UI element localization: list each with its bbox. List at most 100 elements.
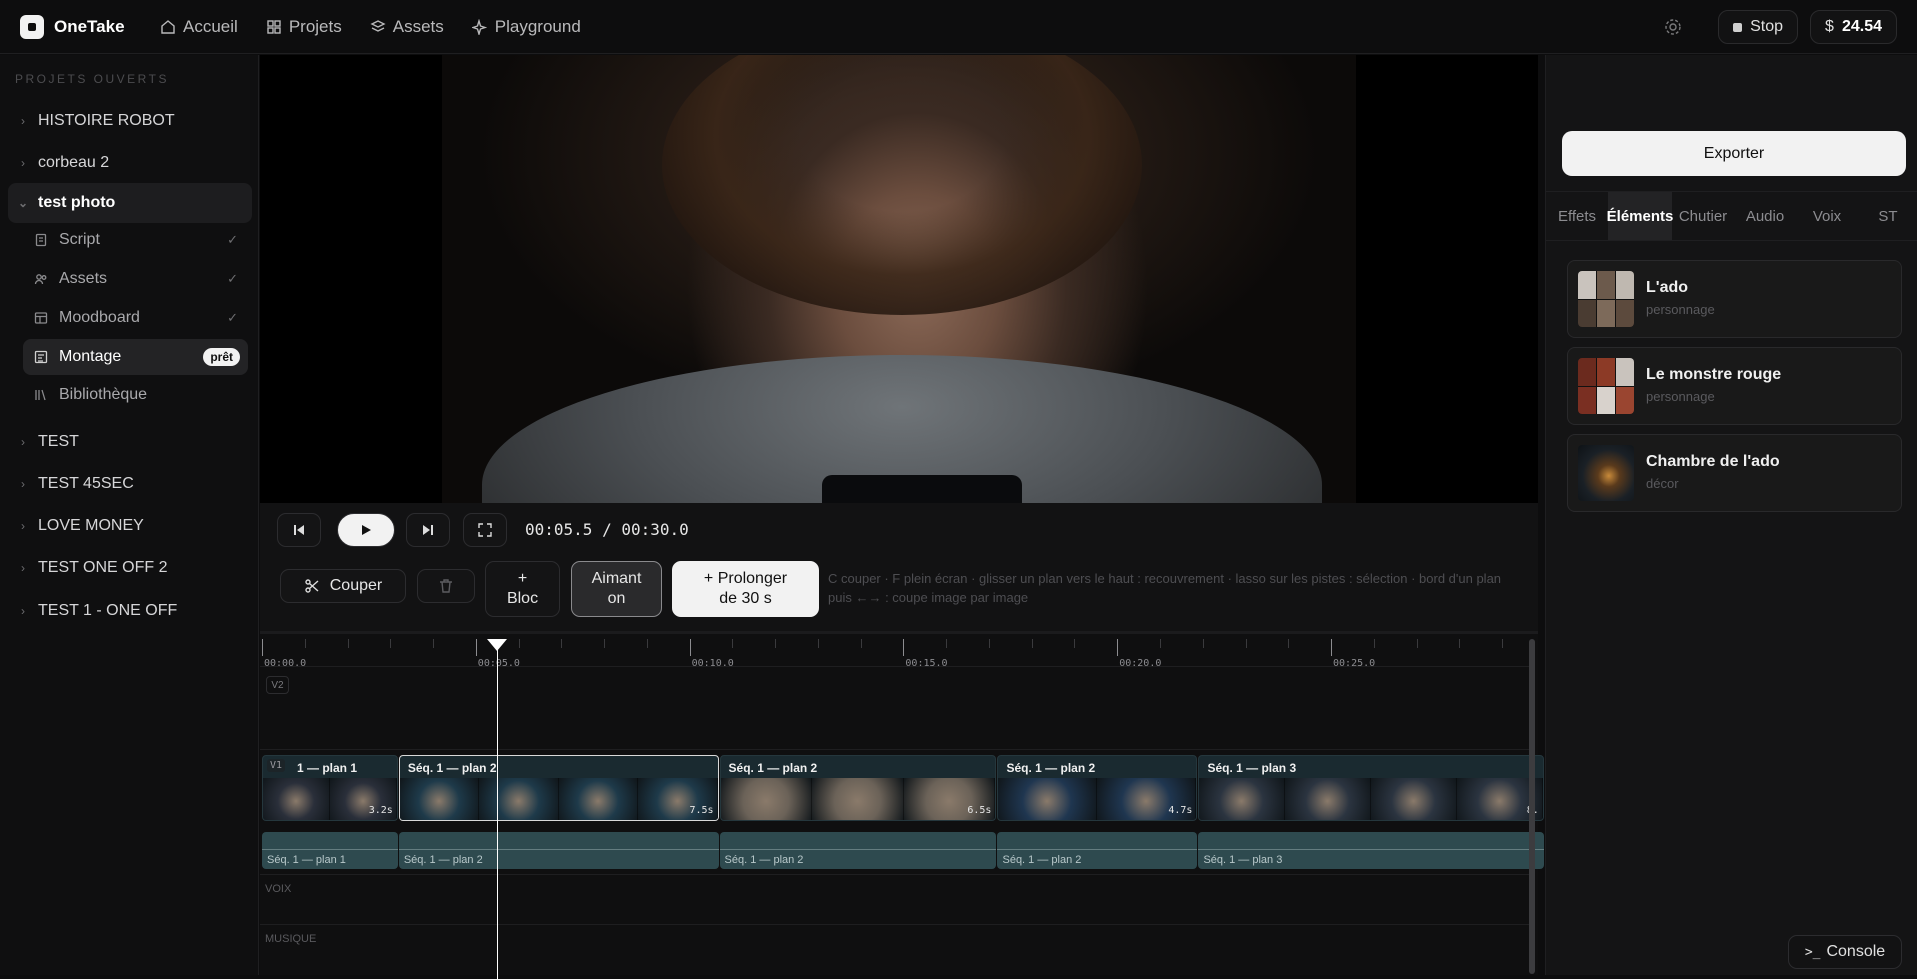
project-test[interactable]: › TEST xyxy=(8,423,252,461)
audio-clip-label: Séq. 1 — plan 2 xyxy=(724,854,804,866)
ruler-tick xyxy=(433,639,435,648)
timeline-clip[interactable]: Séq. 1 — plan 2 7.5s xyxy=(398,755,719,821)
ruler-tick xyxy=(860,639,862,648)
extend-button[interactable]: + Prolonger de 30 s xyxy=(672,561,819,617)
track-divider xyxy=(260,874,1530,875)
project-test-45sec[interactable]: › TEST 45SEC xyxy=(8,465,252,503)
add-block-button[interactable]: + Bloc xyxy=(485,561,560,617)
ruler-tick xyxy=(1459,639,1461,648)
ruler-tick xyxy=(561,639,563,648)
clip-thumbnail xyxy=(1199,778,1286,820)
console-label: Console xyxy=(1826,943,1886,960)
tab-effets[interactable]: Effets xyxy=(1546,192,1608,240)
audio-clip[interactable]: Séq. 1 — plan 3 xyxy=(1198,832,1544,869)
audio-clip[interactable]: Séq. 1 — plan 2 xyxy=(997,832,1198,869)
logo-icon xyxy=(20,14,44,39)
top-bar: OneTake Accueil Projets Assets Playgroun… xyxy=(0,0,1917,54)
element-thumbnail xyxy=(1578,271,1634,327)
nav-assets[interactable]: Assets xyxy=(370,17,444,37)
timeline-clip[interactable]: Séq. 1 — plan 38. xyxy=(1198,755,1544,821)
fullscreen-button[interactable] xyxy=(463,513,507,547)
cut-button[interactable]: Couper xyxy=(280,569,406,603)
ruler-tick xyxy=(475,639,477,656)
library-icon xyxy=(23,388,59,402)
sidebar-item-assets[interactable]: Assets ✓ xyxy=(23,261,248,297)
tab-st[interactable]: ST xyxy=(1858,192,1917,240)
check-icon: ✓ xyxy=(227,232,238,247)
audio-clip[interactable]: Séq. 1 — plan 2 xyxy=(398,832,719,869)
audio-clip[interactable]: Séq. 1 — plan 2 xyxy=(719,832,997,869)
ruler-label: 00:00.0 xyxy=(264,658,307,669)
project-love-money[interactable]: › LOVE MONEY xyxy=(8,507,252,545)
clip-thumbnail xyxy=(1371,778,1457,820)
playhead-handle-icon[interactable] xyxy=(487,639,508,651)
ruler-tick xyxy=(1202,639,1204,648)
app-logo[interactable]: OneTake xyxy=(20,14,160,39)
video-preview[interactable] xyxy=(260,55,1538,503)
audio-clip-label: Séq. 1 — plan 2 xyxy=(403,854,483,866)
tab-audio[interactable]: Audio xyxy=(1734,192,1796,240)
project-corbeau-2[interactable]: › corbeau 2 xyxy=(8,144,252,182)
sidebar-item-moodboard[interactable]: Moodboard ✓ xyxy=(23,300,248,336)
magnet-toggle[interactable]: Aimant on xyxy=(571,561,662,617)
project-label: corbeau 2 xyxy=(38,154,110,171)
nav-assets-label: Assets xyxy=(392,16,444,36)
console-button[interactable]: >_ Console xyxy=(1788,935,1902,969)
sidebar-item-script[interactable]: Script ✓ xyxy=(23,222,248,258)
settings-gear-icon[interactable] xyxy=(1656,10,1690,44)
nav-playground[interactable]: Playground xyxy=(471,17,581,37)
ruler-tick xyxy=(262,639,263,656)
sidebar-item-bibliotheque[interactable]: Bibliothèque xyxy=(23,377,248,413)
frame-hair xyxy=(662,55,1142,315)
timeline-scrollbar[interactable] xyxy=(1529,639,1535,974)
project-test-photo[interactable]: ⌄ test photo xyxy=(8,183,252,223)
element-card-chambre[interactable]: Chambre de l'ado décor xyxy=(1567,434,1902,512)
clip-thumbnail xyxy=(720,778,813,820)
track-label-musique: MUSIQUE xyxy=(265,933,317,945)
timeline-clip[interactable]: Séq. 1 — plan 2 4.7s xyxy=(997,755,1198,821)
ruler-tick xyxy=(1373,639,1375,648)
element-card-monstre[interactable]: Le monstre rouge personnage xyxy=(1567,347,1902,425)
nav-projets[interactable]: Projets xyxy=(266,17,342,37)
project-label: test photo xyxy=(38,194,116,211)
sidebar: PROJETS OUVERTS › HISTOIRE ROBOT › corbe… xyxy=(0,55,259,975)
ruler-label: 00:15.0 xyxy=(905,658,948,669)
project-test-1-one-off[interactable]: › TEST 1 - ONE OFF xyxy=(8,592,252,630)
tab-chutier[interactable]: Chutier xyxy=(1672,192,1734,240)
play-icon xyxy=(362,525,371,535)
skip-forward-button[interactable] xyxy=(406,513,450,547)
chevron-right-icon: › xyxy=(21,604,25,618)
tab-elements[interactable]: Éléments xyxy=(1607,192,1673,240)
balance-badge[interactable]: $ 24.54 xyxy=(1810,10,1897,44)
clip-thumbnails xyxy=(998,778,1197,820)
export-button[interactable]: Exporter xyxy=(1562,131,1906,176)
sidebar-item-label: Assets xyxy=(59,270,108,287)
sidebar-item-montage[interactable]: Montage prêt xyxy=(23,339,248,375)
element-card-ado[interactable]: L'ado personnage xyxy=(1567,260,1902,338)
project-histoire-robot[interactable]: › HISTOIRE ROBOT xyxy=(8,102,252,140)
clip-title: Séq. 1 — plan 2 xyxy=(1006,761,1096,775)
timeline-ruler[interactable]: 00:00.0 00:05.0 00:10.0 00:15.0 00:20.0 00:25… xyxy=(260,637,1530,669)
stop-button[interactable]: Stop xyxy=(1718,10,1799,44)
stop-icon xyxy=(1733,22,1743,32)
skip-back-button[interactable] xyxy=(277,513,321,547)
audio-clip[interactable]: Séq. 1 — plan 1 xyxy=(262,832,398,869)
layers-icon xyxy=(370,19,386,32)
skip-back-icon xyxy=(294,525,304,535)
play-button[interactable] xyxy=(337,513,395,547)
chevron-right-icon: › xyxy=(21,156,25,170)
timeline[interactable]: 00:00.0 00:05.0 00:10.0 00:15.0 00:20.0 00:25… xyxy=(260,631,1544,979)
ruler-tick xyxy=(775,639,777,648)
fullscreen-icon xyxy=(478,523,492,537)
project-test-one-off-2[interactable]: › TEST ONE OFF 2 xyxy=(8,549,252,587)
nav-accueil[interactable]: Accueil xyxy=(160,17,238,37)
tab-voix[interactable]: Voix xyxy=(1796,192,1858,240)
timeline-clip[interactable]: Séq. 1 — plan 2 6.5s xyxy=(719,755,997,821)
delete-button[interactable] xyxy=(417,569,475,603)
element-thumbnail xyxy=(1578,445,1634,501)
clip-title: 1 — plan 1 xyxy=(297,761,358,775)
playhead-line[interactable] xyxy=(497,639,499,979)
sidebar-item-label: Montage xyxy=(59,348,122,365)
magnet-label: Aimant on xyxy=(591,570,642,607)
check-icon: ✓ xyxy=(227,271,238,286)
